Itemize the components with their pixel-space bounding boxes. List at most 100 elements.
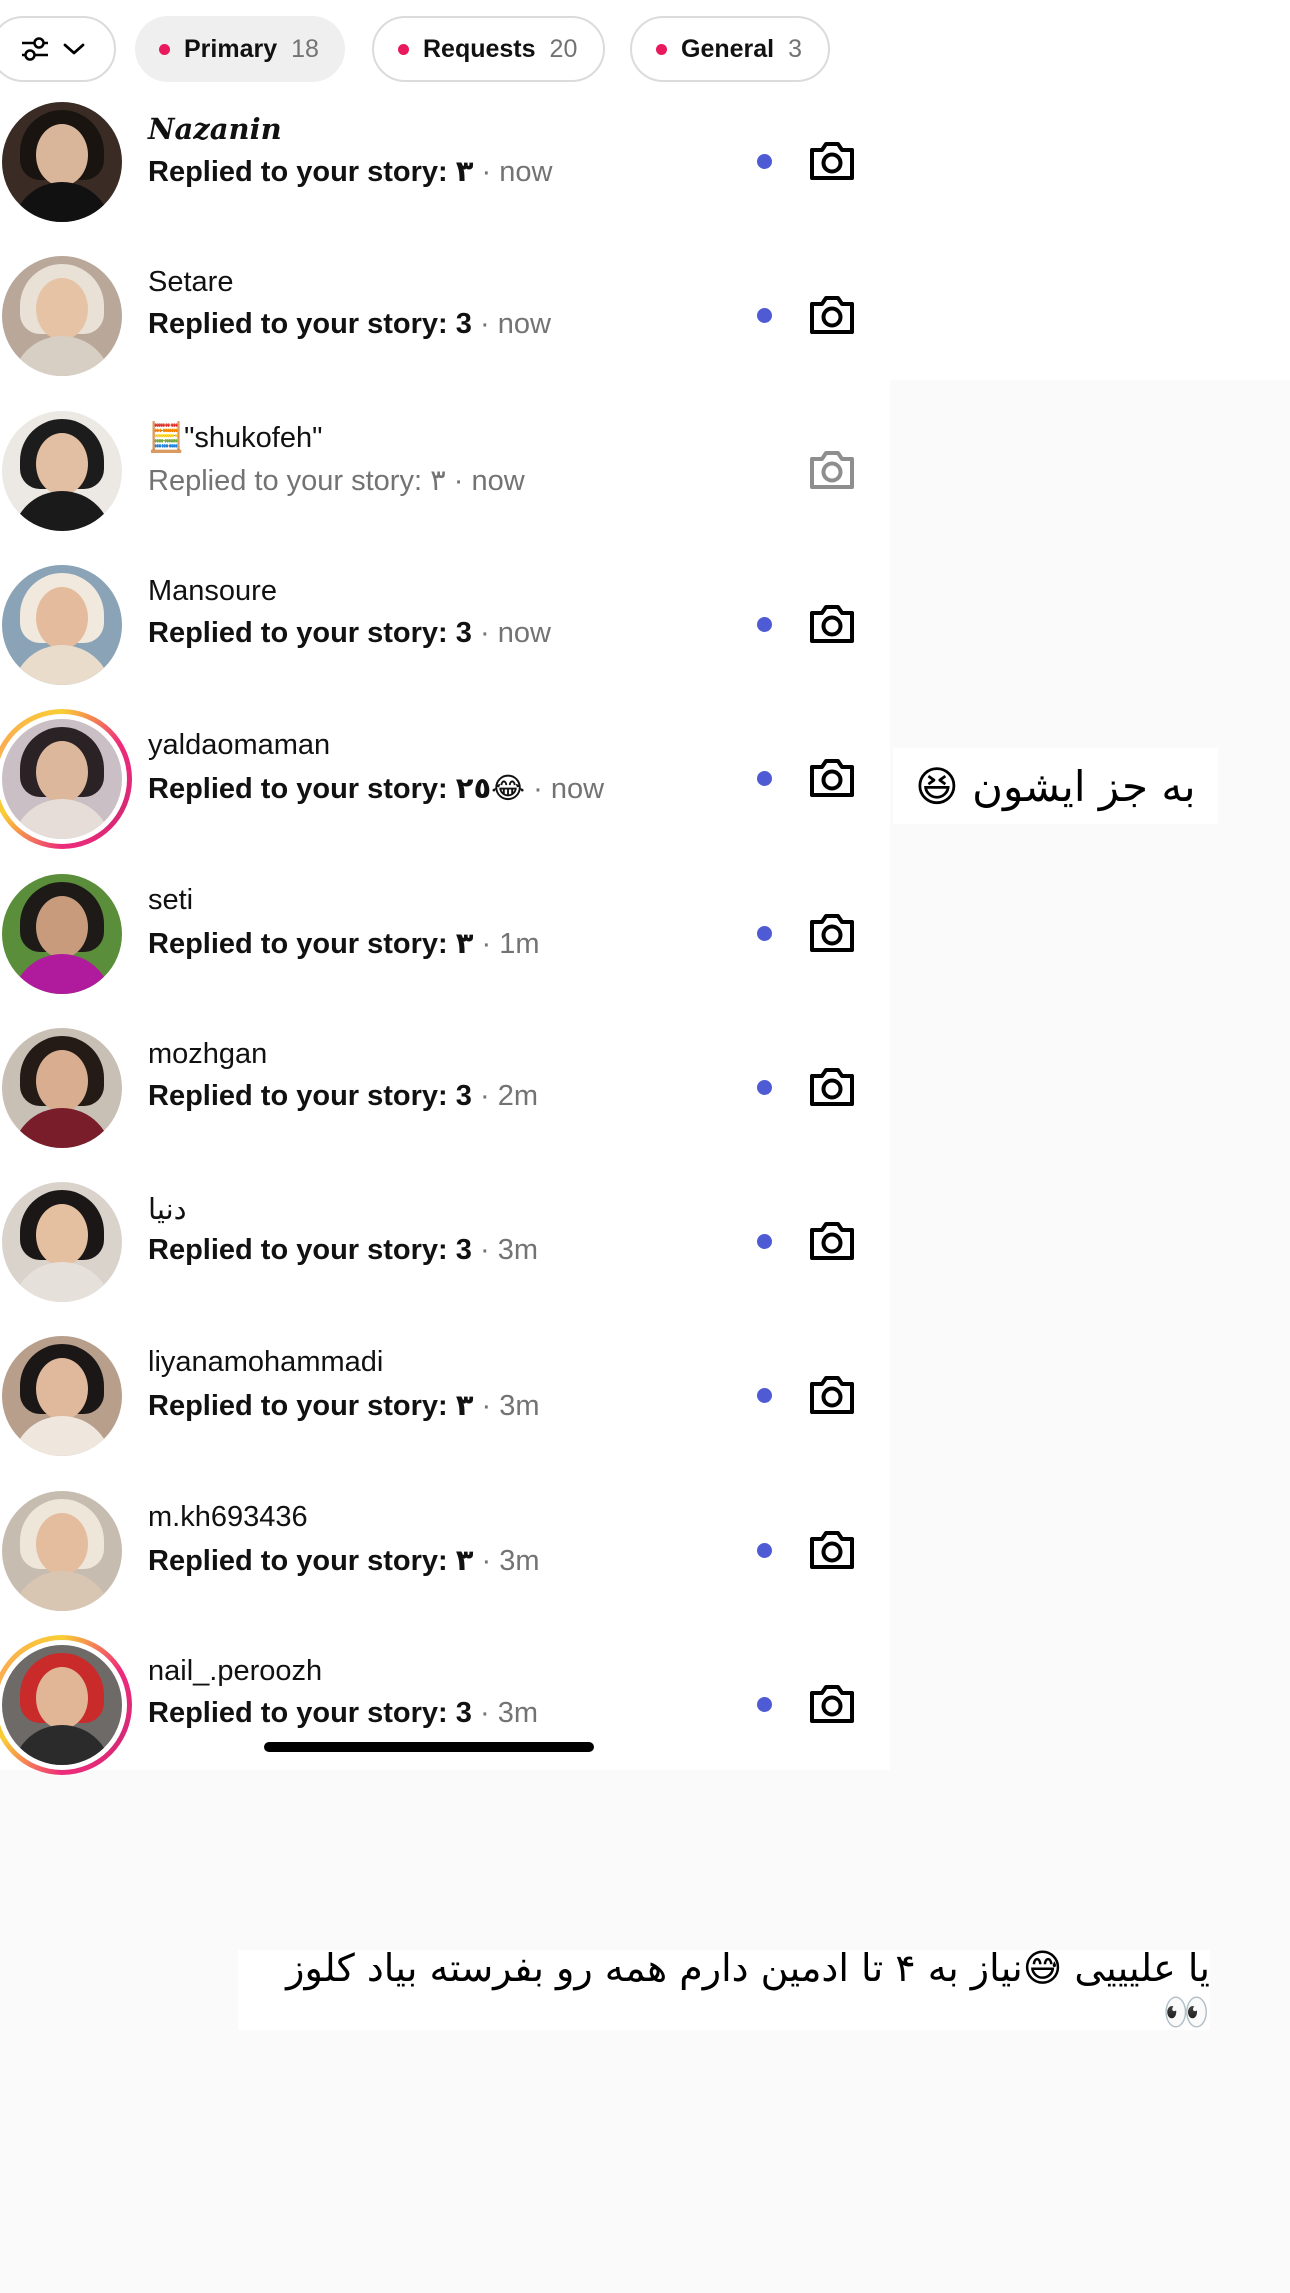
camera-icon[interactable] xyxy=(806,1523,858,1575)
preview-separator: · xyxy=(473,1390,499,1422)
avatar[interactable] xyxy=(2,411,122,531)
story-text-sticker: به جز ایشون 😆 xyxy=(893,748,1218,824)
preview-time: now xyxy=(499,156,553,188)
separator-dot: · xyxy=(479,1234,490,1266)
avatar[interactable] xyxy=(2,1028,122,1148)
preview-separator: · xyxy=(473,1545,499,1577)
tab-primary[interactable]: Primary 18 xyxy=(135,16,345,82)
preview-time: now xyxy=(471,465,525,497)
avatar-body xyxy=(12,1571,112,1611)
avatar-body xyxy=(12,799,112,839)
tab-count: 3 xyxy=(788,34,803,63)
avatar-body xyxy=(12,954,112,994)
camera-icon[interactable] xyxy=(806,1060,858,1112)
avatar[interactable] xyxy=(2,1491,122,1611)
avatar[interactable] xyxy=(2,256,122,376)
camera-icon[interactable] xyxy=(806,134,858,186)
thread-username: Mansoure xyxy=(148,575,277,607)
preview-separator: · xyxy=(472,308,498,340)
thread-username: 🧮"shukofeh" xyxy=(148,422,323,454)
thread-row[interactable]: Setare Replied to your story: 3 · now xyxy=(0,228,890,382)
thread-preview: Replied to your story: 3 · 3m xyxy=(148,1697,538,1730)
tab-label: Primary xyxy=(184,34,278,63)
camera-icon[interactable] xyxy=(806,751,858,803)
preview-text: Replied to your story: ٣ xyxy=(148,1390,474,1422)
thread-row[interactable]: seti Replied to your story: ٣ · 1m xyxy=(0,846,890,1000)
preview-text: Replied to your story: ٣ xyxy=(148,156,474,188)
tab-count: 18 xyxy=(291,34,319,63)
camera-icon[interactable] xyxy=(806,288,858,340)
tab-label: Requests xyxy=(423,34,536,63)
separator-dot: · xyxy=(481,156,492,188)
unread-indicator xyxy=(757,154,772,169)
avatar-body xyxy=(12,1108,112,1148)
avatar[interactable] xyxy=(2,102,122,222)
thread-username: Nazanin xyxy=(148,112,282,146)
unread-indicator xyxy=(757,926,772,941)
background-panel xyxy=(880,0,1290,380)
avatar[interactable] xyxy=(2,1645,122,1765)
thread-preview: Replied to your story: ٣ · now xyxy=(148,154,552,189)
thread-row[interactable]: دنیا Replied to your story: 3 · 3m xyxy=(0,1154,890,1308)
avatar[interactable] xyxy=(2,1182,122,1302)
avatar[interactable] xyxy=(2,719,122,839)
separator-dot: · xyxy=(481,928,492,960)
avatar-face xyxy=(36,124,88,186)
tab-general[interactable]: General 3 xyxy=(630,16,831,82)
preview-time: 3m xyxy=(499,1390,540,1422)
avatar-face xyxy=(36,433,88,495)
camera-icon[interactable] xyxy=(806,1677,858,1729)
thread-row[interactable]: Nazanin Replied to your story: ٣ · now xyxy=(0,74,890,228)
avatar-face xyxy=(36,1513,88,1575)
preview-time: 2m xyxy=(497,1080,538,1112)
unread-indicator xyxy=(757,1388,772,1403)
avatar-body xyxy=(12,336,112,376)
thread-preview: Replied to your story: ٣ · now xyxy=(148,463,525,498)
thread-row[interactable]: mozhgan Replied to your story: 3 · 2m xyxy=(0,1000,890,1154)
avatar-body xyxy=(12,182,112,222)
thread-preview: Replied to your story: ٣ · 3m xyxy=(148,1543,540,1578)
thread-row[interactable]: 🧮"shukofeh" Replied to your story: ٣ · no… xyxy=(0,383,890,537)
thread-row[interactable]: m.kh693436 Replied to your story: ٣ · 3m xyxy=(0,1463,890,1617)
thread-row[interactable]: liyanamohammadi Replied to your story: ٣ … xyxy=(0,1308,890,1462)
unread-indicator xyxy=(757,1697,772,1712)
preview-time: 3m xyxy=(497,1697,538,1729)
unread-indicator xyxy=(757,1543,772,1558)
preview-separator: · xyxy=(473,928,499,960)
thread-username: yaldaomaman xyxy=(148,729,331,761)
avatar[interactable] xyxy=(2,1336,122,1456)
camera-icon[interactable] xyxy=(806,1368,858,1420)
preview-text: Replied to your story: 3 xyxy=(148,1234,472,1266)
camera-icon[interactable] xyxy=(806,1214,858,1266)
camera-icon[interactable] xyxy=(806,443,858,495)
avatar-face xyxy=(36,587,88,649)
thread-username: Setare xyxy=(148,266,234,298)
tab-requests[interactable]: Requests 20 xyxy=(372,16,606,82)
avatar-face xyxy=(36,1667,88,1729)
unread-indicator xyxy=(757,1080,772,1095)
preview-time: now xyxy=(497,308,551,340)
unread-indicator xyxy=(757,617,772,632)
preview-text: Replied to your story: ٣ xyxy=(148,1545,474,1577)
avatar[interactable] xyxy=(2,874,122,994)
home-indicator xyxy=(264,1742,594,1752)
tab-unread-dot xyxy=(159,43,170,55)
preview-separator: · xyxy=(525,773,551,805)
unread-indicator xyxy=(757,308,772,323)
tab-count: 20 xyxy=(549,34,578,63)
camera-icon[interactable] xyxy=(806,597,858,649)
avatar[interactable] xyxy=(2,565,122,685)
thread-preview: Replied to your story: ٢٥😂 · now xyxy=(148,771,604,806)
thread-row[interactable]: Mansoure Replied to your story: 3 · now xyxy=(0,537,890,691)
chevron-down-icon xyxy=(63,43,85,55)
preview-separator: · xyxy=(473,156,499,188)
avatar-body xyxy=(12,645,112,685)
filter-sliders-icon xyxy=(22,37,48,61)
thread-preview: Replied to your story: 3 · now xyxy=(148,617,551,650)
separator-dot: · xyxy=(481,1390,492,1422)
avatar-face xyxy=(36,1050,88,1112)
thread-row[interactable]: yaldaomaman Replied to your story: ٢٥😂 · … xyxy=(0,691,890,849)
camera-icon[interactable] xyxy=(806,906,858,958)
filter-button[interactable] xyxy=(0,16,116,82)
preview-time: 1m xyxy=(499,928,540,960)
